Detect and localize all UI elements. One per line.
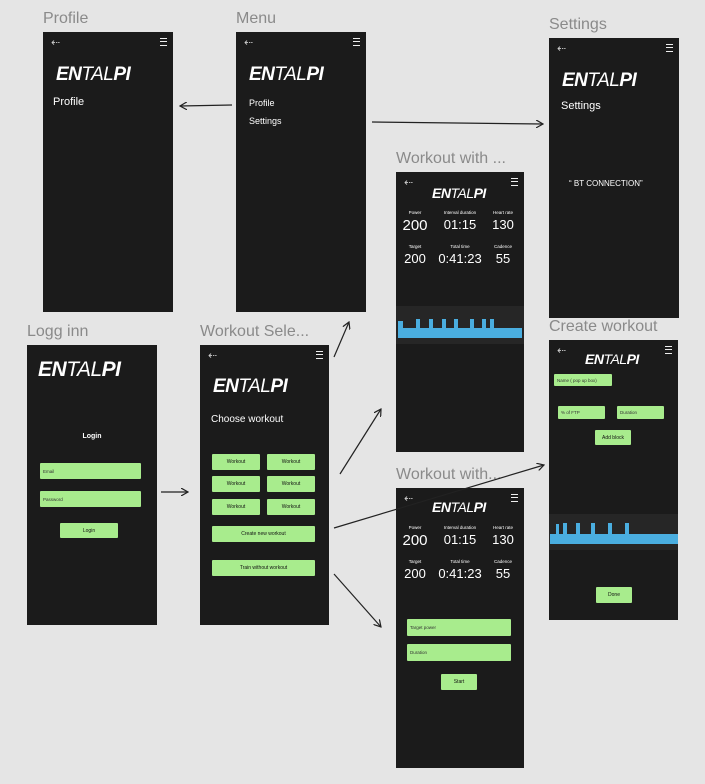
flow-arrows [161, 0, 705, 784]
arrow-workout-select-to-menu [333, 322, 349, 358]
arrow-to-workout-with-1 [339, 409, 381, 475]
arrow-to-workout-with-2 [333, 573, 381, 627]
arrow-menu-to-settings [371, 122, 543, 124]
arrow-to-create-workout [333, 465, 544, 529]
arrow-menu-to-profile [180, 105, 233, 106]
